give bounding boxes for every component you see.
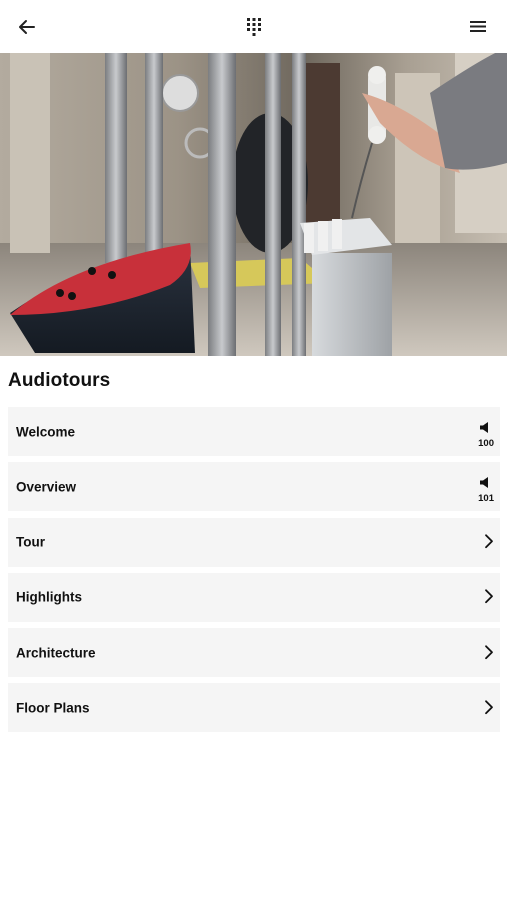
list-item-architecture[interactable]: Architecture (8, 628, 500, 678)
speaker-icon (480, 477, 488, 489)
top-bar (0, 0, 507, 53)
list-item-label: Floor Plans (16, 700, 90, 716)
list-item-highlights[interactable]: Highlights (8, 572, 500, 622)
speaker-icon (480, 422, 488, 433)
audio-stop-number: 100 (470, 422, 494, 452)
section-title: Audiotours (8, 370, 111, 391)
audiotour-list: Welcome 100 Overview 101 Tour Highlights… (8, 407, 500, 739)
list-item-overview[interactable]: Overview 101 (8, 462, 500, 512)
arrow-left-icon (18, 19, 35, 34)
list-item-label: Highlights (16, 589, 82, 605)
keypad-button[interactable] (227, 0, 280, 53)
hero-image (0, 53, 507, 356)
chevron-right-icon (485, 644, 493, 659)
list-item-floor-plans[interactable]: Floor Plans (8, 683, 500, 733)
stop-number: 100 (478, 438, 494, 449)
chevron-right-icon (485, 534, 493, 549)
list-item-welcome[interactable]: Welcome 100 (8, 407, 500, 456)
chevron-right-icon (485, 700, 493, 715)
list-item-label: Overview (16, 479, 77, 495)
list-item-tour[interactable]: Tour (8, 517, 500, 567)
stop-number: 101 (478, 493, 494, 505)
hamburger-menu-icon (469, 21, 486, 32)
list-item-label: Welcome (16, 424, 76, 439)
list-item-label: Architecture (16, 645, 96, 661)
list-item-label: Tour (16, 534, 45, 550)
chevron-right-icon (485, 589, 493, 604)
audio-stop-number: 101 (470, 477, 494, 507)
keypad-icon (246, 17, 261, 36)
back-button[interactable] (0, 0, 53, 53)
menu-button[interactable] (451, 0, 504, 53)
